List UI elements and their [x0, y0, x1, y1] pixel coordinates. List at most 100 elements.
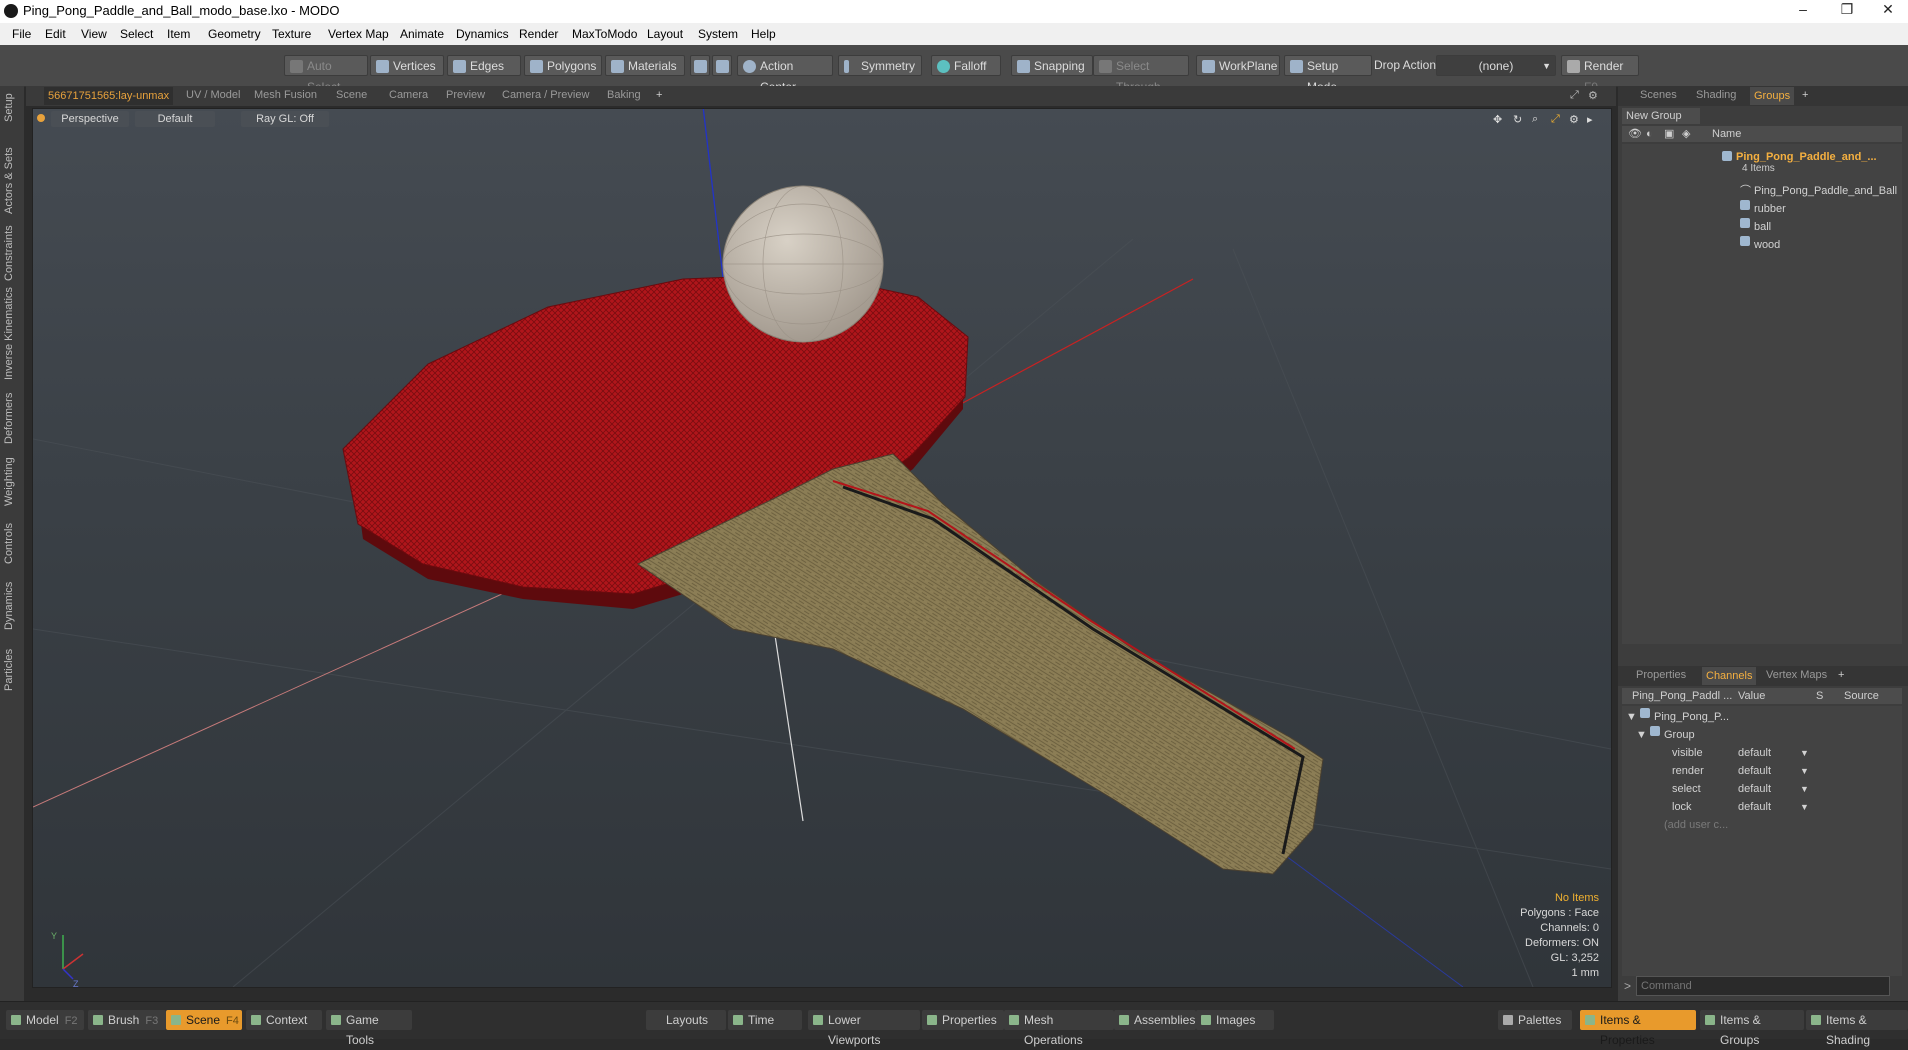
tab-camera-preview[interactable]: Camera / Preview [502, 89, 589, 101]
add-tab-button[interactable]: + [656, 89, 662, 101]
add-panel-tab-button[interactable]: + [1802, 89, 1808, 101]
action-center-button[interactable]: Action Center [737, 55, 833, 94]
menu-edit[interactable]: Edit [45, 27, 66, 41]
channel-value[interactable]: default [1738, 744, 1771, 762]
tab-deformers[interactable]: Deformers [3, 390, 21, 446]
items-groups-button[interactable]: Items & Groups [1700, 1010, 1804, 1047]
maximize-icon[interactable]: ⤢ [1570, 89, 1579, 102]
tab-particles[interactable]: Particles [3, 642, 21, 698]
tab-camera[interactable]: Camera [389, 89, 428, 101]
workplane-button[interactable]: WorkPlane [1196, 55, 1280, 76]
menu-item[interactable]: Item [167, 27, 190, 41]
channel-value[interactable]: default [1738, 762, 1771, 780]
list-item[interactable]: wood [1622, 236, 1908, 254]
tab-mesh-fusion[interactable]: Mesh Fusion [254, 89, 317, 101]
snapping-button[interactable]: Snapping [1011, 55, 1093, 76]
menu-help[interactable]: Help [751, 27, 776, 41]
scene-button[interactable]: Scene F4 [166, 1010, 242, 1030]
list-item[interactable]: rubber [1622, 200, 1908, 218]
select-through-button[interactable]: Select Through [1093, 55, 1189, 94]
menu-dynamics[interactable]: Dynamics [456, 27, 509, 41]
add-props-tab-button[interactable]: + [1838, 669, 1844, 681]
setup-mode-button[interactable]: Setup Mode [1284, 55, 1372, 94]
channel-row[interactable]: lock default ▼ [1622, 798, 1908, 816]
tab-layout-unmax[interactable]: 56671751565:lay-unmax [44, 87, 174, 105]
assemblies-button[interactable]: Assemblies [1114, 1010, 1196, 1030]
menu-animate[interactable]: Animate [400, 27, 444, 41]
collapse-arrow-icon[interactable]: ▼ [1626, 708, 1637, 726]
menu-system[interactable]: System [698, 27, 738, 41]
brush-button[interactable]: Brush F3 [88, 1010, 166, 1030]
render-toggle-icon[interactable]: ◐ [1646, 126, 1653, 142]
falloff-button[interactable]: Falloff [931, 55, 1001, 76]
tab-groups[interactable]: Groups [1750, 87, 1795, 105]
command-input[interactable] [1636, 976, 1890, 996]
menu-vertex-map[interactable]: Vertex Map [328, 27, 389, 41]
select-toggle-icon[interactable]: ◈ [1682, 126, 1690, 142]
tab-controls[interactable]: Controls [3, 518, 21, 570]
lower-viewports-button[interactable]: Lower Viewports [808, 1010, 920, 1047]
restore-button[interactable]: ❐ [1827, 1, 1867, 21]
menu-view[interactable]: View [81, 27, 107, 41]
tab-scenes[interactable]: Scenes [1640, 89, 1677, 101]
mesh-operations-button[interactable]: Mesh Operations [1004, 1010, 1114, 1047]
channel-group-row[interactable]: ▼ Group [1622, 726, 1908, 744]
materials-button[interactable]: Materials [605, 55, 685, 76]
vertices-button[interactable]: Vertices [370, 55, 444, 76]
channel-root-row[interactable]: ▼ Ping_Pong_P... [1622, 708, 1908, 726]
tab-inverse-kinematics[interactable]: Inverse Kinematics [3, 286, 21, 382]
polygons-button[interactable]: Polygons [524, 55, 602, 76]
select-tool-2-button[interactable] [712, 55, 732, 76]
collapse-arrow-icon[interactable]: ▼ [1636, 726, 1647, 744]
time-button[interactable]: Time [728, 1010, 802, 1030]
channel-value[interactable]: default [1738, 798, 1771, 816]
tab-actors-sets[interactable]: Actors & Sets [3, 142, 21, 220]
close-button[interactable]: ✕ [1868, 1, 1908, 21]
palettes-button[interactable]: Palettes [1498, 1010, 1572, 1030]
game-tools-button[interactable]: Game Tools [326, 1010, 412, 1047]
channel-row[interactable]: render default ▼ [1622, 762, 1908, 780]
chevron-down-icon[interactable]: ▼ [1800, 762, 1809, 780]
items-properties-button[interactable]: Items & Properties [1580, 1010, 1696, 1047]
tab-shading[interactable]: Shading [1696, 89, 1736, 101]
menu-file[interactable]: File [12, 27, 31, 41]
model-button[interactable]: Model F2 [6, 1010, 84, 1030]
tab-vertex-maps[interactable]: Vertex Maps [1766, 669, 1827, 681]
channel-value[interactable]: default [1738, 780, 1771, 798]
menu-texture[interactable]: Texture [272, 27, 311, 41]
tab-uv-model[interactable]: UV / Model [186, 89, 240, 101]
images-button[interactable]: Images [1196, 1010, 1274, 1030]
channel-row[interactable]: visible default ▼ [1622, 744, 1908, 762]
menu-render[interactable]: Render [519, 27, 558, 41]
tab-dynamics[interactable]: Dynamics [3, 578, 21, 634]
tab-properties[interactable]: Properties [1636, 669, 1686, 681]
eye-icon[interactable]: 👁 [1628, 126, 1642, 142]
select-tool-button[interactable] [690, 55, 710, 76]
group-row[interactable]: Ping_Pong_Paddle_and_... 4 Items [1622, 148, 1908, 180]
menu-maxtomodo[interactable]: MaxToModo [572, 27, 637, 41]
3d-viewport[interactable]: Perspective Default Ray GL: Off ✥ ↻ ⌕ ⤢ … [32, 108, 1612, 988]
properties-button[interactable]: Properties [922, 1010, 1004, 1030]
auto-select-button[interactable]: Auto Select [284, 55, 368, 94]
tab-preview[interactable]: Preview [446, 89, 485, 101]
gear-icon[interactable]: ⚙ [1588, 89, 1598, 102]
menu-geometry[interactable]: Geometry [208, 27, 261, 41]
lock-icon[interactable]: ▣ [1664, 126, 1674, 142]
context-button[interactable]: Context [246, 1010, 322, 1030]
tab-constraints[interactable]: Constraints [3, 222, 21, 284]
tab-channels[interactable]: Channels [1702, 667, 1757, 685]
channel-row[interactable]: select default ▼ [1622, 780, 1908, 798]
minimize-button[interactable]: – [1783, 1, 1823, 21]
new-group-button[interactable]: New Group [1622, 108, 1700, 124]
tab-scene[interactable]: Scene [336, 89, 367, 101]
menu-layout[interactable]: Layout [647, 27, 683, 41]
list-item[interactable]: ball [1622, 218, 1908, 236]
list-item[interactable]: ⌒ Ping_Pong_Paddle_and_Ball [1622, 182, 1908, 200]
chevron-down-icon[interactable]: ▼ [1800, 798, 1809, 816]
layouts-button[interactable]: Layouts [646, 1010, 726, 1030]
render-button[interactable]: Render F9 [1561, 55, 1639, 94]
drop-action-select[interactable]: (none) ▼ [1436, 55, 1556, 76]
edges-button[interactable]: Edges [447, 55, 521, 76]
chevron-down-icon[interactable]: ▼ [1800, 744, 1809, 762]
tab-weighting[interactable]: Weighting [3, 454, 21, 510]
